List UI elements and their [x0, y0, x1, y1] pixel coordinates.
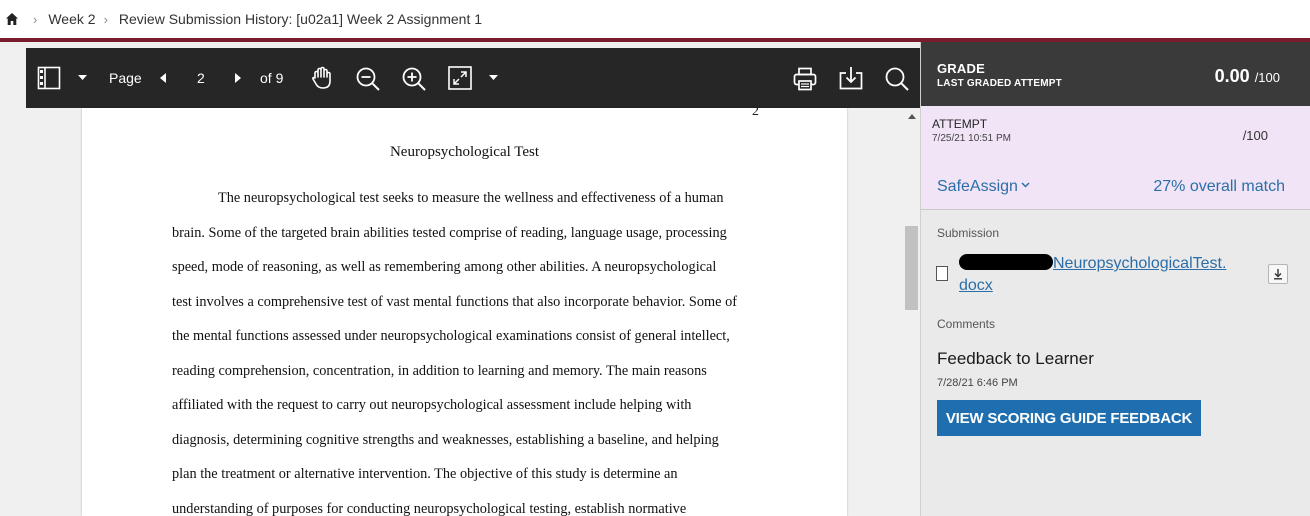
breadcrumb: › Week 2 › Review Submission History: [u…	[0, 0, 1310, 38]
chevron-down-icon	[1021, 182, 1030, 188]
grade-summary: GRADE LAST GRADED ATTEMPT 0.00 /100	[921, 42, 1310, 106]
text-line: speed, mode of reasoning, as well as rem…	[172, 259, 717, 275]
home-icon[interactable]	[5, 12, 19, 26]
breadcrumb-week[interactable]: Week 2	[48, 11, 95, 27]
document-file-icon	[936, 266, 948, 281]
text-line: The neuropsychological test seeks to mea…	[218, 190, 724, 206]
prev-page-icon[interactable]	[160, 73, 166, 83]
download-file-icon[interactable]	[1268, 264, 1288, 284]
safeassign-dropdown[interactable]: SafeAssign	[937, 178, 1030, 196]
search-icon[interactable]	[884, 66, 910, 92]
sidebar-dropdown-icon[interactable]	[78, 75, 87, 81]
grade-value: 0.00 /100	[1215, 66, 1280, 87]
text-line: understanding of purposes for conducting…	[172, 500, 687, 516]
view-scoring-guide-button[interactable]: VIEW SCORING GUIDE FEEDBACK	[937, 400, 1201, 436]
viewer-toolbar: Page 2 of 9	[26, 48, 920, 108]
grade-label: GRADE	[937, 61, 985, 76]
document-page: 2 Neuropsychological Test The neuropsych…	[82, 108, 847, 516]
grade-sublabel: LAST GRADED ATTEMPT	[937, 78, 1062, 89]
document-title: Neuropsychological Test	[389, 144, 540, 160]
sidebar-toggle-icon[interactable]	[37, 66, 61, 90]
safeassign-label: SafeAssign	[937, 178, 1018, 195]
grade-score: 0.00	[1214, 66, 1250, 86]
text-line: reading comprehension, concentration, in…	[172, 362, 707, 379]
page-total: of 9	[260, 70, 284, 86]
download-icon[interactable]	[838, 65, 864, 91]
document-pane: Page 2 of 9 2 Neuropsychological Test Th…	[0, 42, 920, 516]
document-scrollbar[interactable]	[903, 108, 920, 516]
feedback-title: Feedback to Learner	[937, 349, 1094, 368]
zoom-out-icon[interactable]	[355, 66, 381, 92]
file-name-part2: docx	[959, 277, 993, 294]
next-page-icon[interactable]	[235, 73, 241, 83]
scroll-thumb[interactable]	[905, 226, 918, 310]
zoom-in-icon[interactable]	[401, 66, 427, 92]
chevron-right-icon: ›	[33, 11, 38, 27]
comments-label: Comments	[937, 317, 996, 331]
breadcrumb-current: Review Submission History: [u02a1] Week …	[118, 11, 483, 27]
page-label: Page	[109, 70, 142, 86]
text-line: plan the treatment or alternative interv…	[172, 466, 678, 482]
chevron-right-icon: ›	[103, 11, 108, 27]
attempt-date: 7/25/21 10:51 PM	[932, 133, 1011, 144]
text-line: test involves a comprehensive test of va…	[172, 293, 737, 310]
grading-panel: GRADE LAST GRADED ATTEMPT 0.00 /100 ATTE…	[920, 42, 1310, 516]
hand-tool-icon[interactable]	[309, 65, 335, 91]
safeassign-match-link[interactable]: 27% overall match	[1153, 178, 1285, 196]
pdf-viewer: Page 2 of 9 2 Neuropsychological Test Th…	[26, 48, 920, 516]
fit-page-icon[interactable]	[448, 66, 472, 90]
submission-label: Submission	[937, 226, 1000, 240]
redacted-filename	[959, 254, 1053, 270]
text-line: brain. Some of the targeted brain abilit…	[172, 224, 727, 241]
attempt-score: /100	[1242, 128, 1268, 143]
fit-dropdown-icon[interactable]	[489, 75, 498, 81]
scroll-up-icon[interactable]	[908, 114, 916, 119]
attempt-card[interactable]: ATTEMPT 7/25/21 10:51 PM /100 SafeAssign…	[921, 106, 1310, 210]
print-icon[interactable]	[792, 66, 818, 92]
document-paragraph: The neuropsychological test seeks to mea…	[172, 190, 772, 516]
file-name-part1: NeuropsychologicalTest.	[1053, 255, 1227, 272]
text-line: affiliated with the request to carry out…	[172, 397, 692, 413]
text-line: diagnosis, determining cognitive strengt…	[172, 431, 719, 448]
attempt-label: ATTEMPT	[932, 117, 988, 131]
page-number-input[interactable]: 2	[197, 70, 205, 86]
submission-file-link[interactable]: NeuropsychologicalTest. docx	[959, 253, 1249, 297]
page-number: 2	[752, 108, 759, 119]
grade-out-of: /100	[1254, 70, 1280, 85]
text-line: the mental functions assessed under neur…	[172, 328, 730, 344]
feedback-date: 7/28/21 6:46 PM	[937, 377, 1018, 389]
